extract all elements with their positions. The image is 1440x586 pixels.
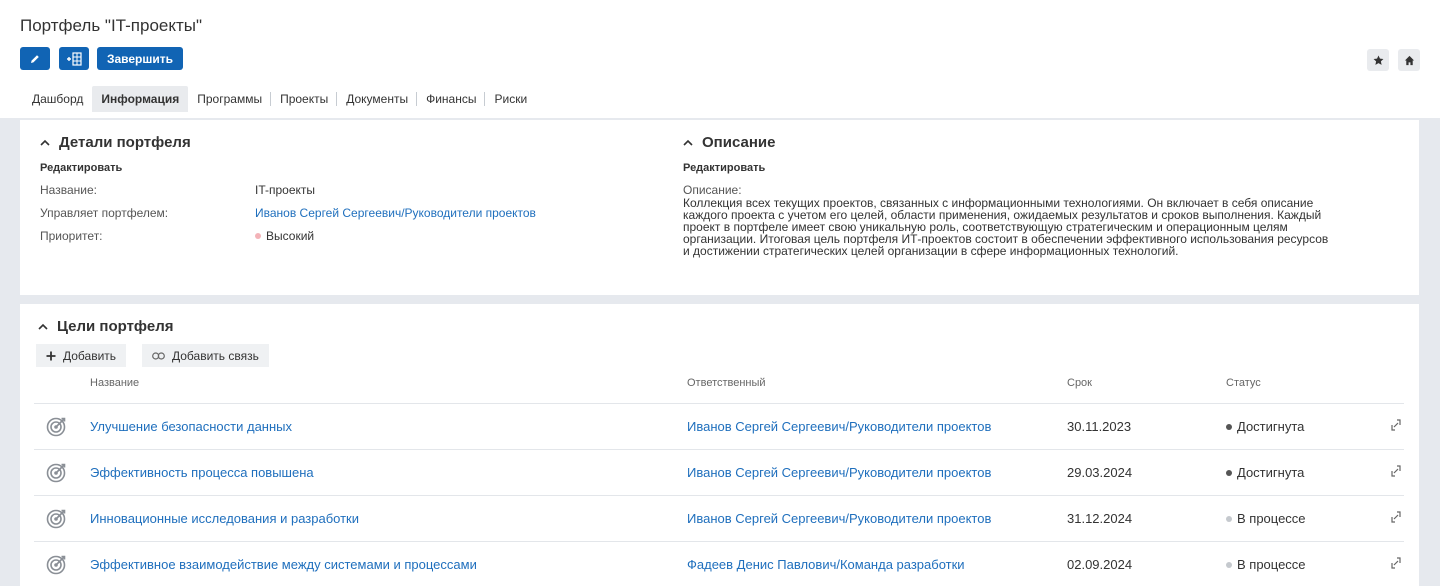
description-text: Коллекция всех текущих проектов, связанн… bbox=[683, 197, 1403, 257]
description-label: Описание: bbox=[683, 183, 742, 197]
goals-title: Цели портфеля bbox=[57, 318, 174, 335]
column-header-owner[interactable]: Ответственный bbox=[687, 377, 766, 389]
link-unlink-icon[interactable] bbox=[1390, 464, 1402, 478]
star-icon bbox=[1373, 55, 1383, 65]
field-label-priority: Приоритет: bbox=[40, 229, 103, 243]
goal-name-link[interactable]: Эффективность процесса повышена bbox=[90, 465, 314, 480]
chevron-up-icon bbox=[683, 139, 693, 146]
description-line: и достижении стратегических целей органи… bbox=[683, 244, 1179, 258]
goals-section-header[interactable]: Цели портфеля bbox=[38, 318, 173, 335]
goal-status: Достигнута bbox=[1226, 465, 1304, 480]
field-label-name: Название: bbox=[40, 183, 97, 197]
tab-finance[interactable]: Финансы bbox=[417, 86, 486, 112]
goal-owner-link[interactable]: Иванов Сергей Сергеевич/Руководители про… bbox=[687, 419, 991, 434]
page-title: Портфель "IT-проекты" bbox=[20, 16, 203, 35]
edit-button[interactable] bbox=[20, 47, 50, 70]
add-structure-button[interactable] bbox=[59, 47, 89, 70]
goal-status: В процессе bbox=[1226, 557, 1306, 572]
goal-owner-link[interactable]: Иванов Сергей Сергеевич/Руководители про… bbox=[687, 511, 991, 526]
tab-risks[interactable]: Риски bbox=[485, 86, 536, 112]
target-icon bbox=[46, 509, 66, 529]
field-value-name: IT-проекты bbox=[255, 183, 316, 197]
description-edit-link[interactable]: Редактировать bbox=[683, 162, 765, 174]
field-value-priority: Высокий bbox=[255, 229, 314, 243]
status-text: Достигнута bbox=[1237, 465, 1305, 480]
goal-due: 02.09.2024 bbox=[1067, 557, 1133, 572]
status-text: Достигнута bbox=[1237, 419, 1305, 434]
add-link-label: Добавить связь bbox=[172, 348, 259, 363]
add-structure-icon bbox=[67, 51, 82, 66]
favorite-button[interactable] bbox=[1367, 49, 1389, 71]
add-link-button[interactable]: Добавить связь bbox=[142, 344, 269, 367]
table-row: Инновационные исследования и разработки … bbox=[34, 495, 1404, 541]
status-dot bbox=[1226, 469, 1232, 476]
status-text: В процессе bbox=[1237, 511, 1306, 526]
tab-projects[interactable]: Проекты bbox=[271, 86, 338, 112]
goal-owner-link[interactable]: Фадеев Денис Павлович/Команда разработки bbox=[687, 557, 965, 572]
goal-owner-link[interactable]: Иванов Сергей Сергеевич/Руководители про… bbox=[687, 465, 991, 480]
home-button[interactable] bbox=[1398, 49, 1420, 71]
tab-bar: Дашборд Информация Программы Проекты Док… bbox=[22, 86, 536, 112]
table-row: Эффективность процесса повышена Иванов С… bbox=[34, 449, 1404, 495]
goal-name-link[interactable]: Улучшение безопасности данных bbox=[90, 419, 292, 434]
goal-name-link[interactable]: Инновационные исследования и разработки bbox=[90, 511, 359, 526]
tab-dashboard[interactable]: Дашборд bbox=[22, 86, 92, 112]
finish-button[interactable]: Завершить bbox=[97, 47, 183, 70]
priority-dot bbox=[255, 232, 261, 239]
target-icon bbox=[46, 463, 66, 483]
target-icon bbox=[46, 417, 66, 437]
tab-info[interactable]: Информация bbox=[92, 86, 189, 112]
table-row: Улучшение безопасности данных Иванов Сер… bbox=[34, 403, 1404, 449]
field-value-manager[interactable]: Иванов Сергей Сергеевич/Руководители про… bbox=[255, 206, 536, 220]
goal-due: 30.11.2023 bbox=[1067, 419, 1132, 434]
description-title: Описание bbox=[702, 134, 776, 151]
pencil-icon bbox=[31, 54, 39, 63]
column-header-status[interactable]: Статус bbox=[1226, 377, 1261, 389]
status-dot bbox=[1226, 515, 1232, 522]
status-text: В процессе bbox=[1237, 557, 1306, 572]
page-header: Портфель "IT-проекты" Завершить Дашборд … bbox=[0, 0, 1440, 118]
table-row: Эффективное взаимодействие между система… bbox=[34, 541, 1404, 586]
status-dot bbox=[1226, 561, 1232, 568]
link-unlink-icon[interactable] bbox=[1390, 556, 1402, 570]
goals-card: Цели портфеля Добавить Добавить связь На… bbox=[20, 304, 1419, 586]
target-icon bbox=[46, 555, 66, 575]
goal-status: Достигнута bbox=[1226, 419, 1304, 434]
add-goal-button[interactable]: Добавить bbox=[36, 344, 127, 367]
details-card: Детали портфеля Редактировать Название: … bbox=[20, 120, 1419, 295]
field-label-manager: Управляет портфелем: bbox=[40, 206, 169, 220]
tab-programs[interactable]: Программы bbox=[188, 86, 271, 112]
chevron-up-icon bbox=[40, 139, 50, 146]
details-title: Детали портфеля bbox=[59, 134, 191, 151]
link-unlink-icon[interactable] bbox=[1390, 510, 1402, 524]
link-unlink-icon[interactable] bbox=[1390, 418, 1402, 432]
description-section-header[interactable]: Описание bbox=[683, 134, 775, 151]
status-dot bbox=[1226, 423, 1232, 430]
chevron-up-icon bbox=[38, 323, 48, 330]
link-icon bbox=[152, 351, 165, 360]
details-edit-link[interactable]: Редактировать bbox=[40, 162, 122, 174]
details-section-header[interactable]: Детали портфеля bbox=[40, 134, 191, 151]
goal-status: В процессе bbox=[1226, 511, 1306, 526]
column-header-due[interactable]: Срок bbox=[1067, 377, 1092, 389]
priority-text: Высокий bbox=[266, 229, 315, 243]
tab-documents[interactable]: Документы bbox=[337, 86, 417, 112]
goal-due: 29.03.2024 bbox=[1067, 465, 1133, 480]
plus-icon bbox=[46, 351, 56, 361]
goal-name-link[interactable]: Эффективное взаимодействие между система… bbox=[90, 557, 477, 572]
column-header-name[interactable]: Название bbox=[90, 377, 139, 389]
goal-due: 31.12.2024 bbox=[1067, 511, 1133, 526]
home-icon bbox=[1404, 55, 1414, 65]
add-goal-label: Добавить bbox=[63, 348, 117, 363]
